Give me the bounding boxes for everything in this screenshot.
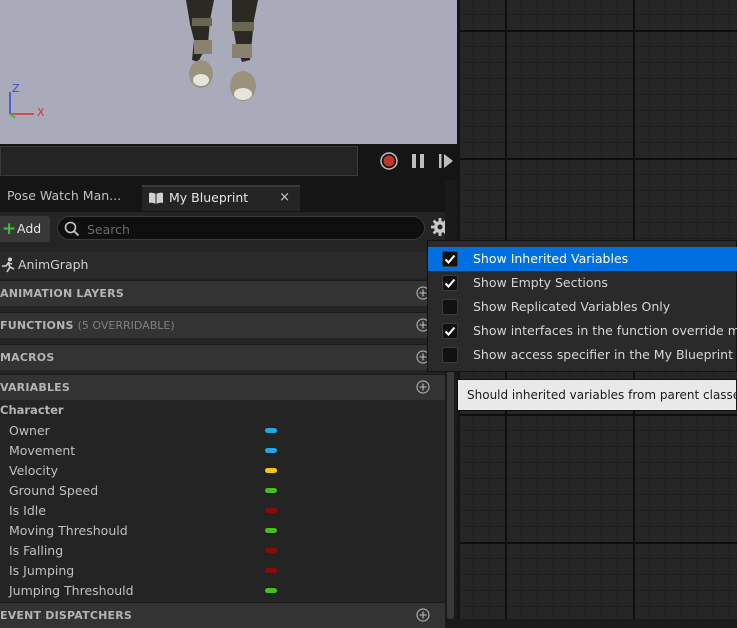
variable-name: Is Falling xyxy=(9,543,64,558)
variable-item[interactable]: Jumping Threshould xyxy=(0,580,445,600)
variable-name: Moving Threshould xyxy=(9,523,128,538)
add-circle-icon[interactable] xyxy=(416,380,430,394)
variable-type-pill xyxy=(265,568,277,573)
view-options-menu: Show Inherited Variables Show Empty Secti… xyxy=(427,240,737,372)
my-blueprint-panel: + Add AnimGraph ANIMATION LAYER xyxy=(0,212,449,628)
variable-type-pill xyxy=(265,508,277,513)
checkmark-icon xyxy=(444,278,456,288)
section-title: VARIABLES xyxy=(0,381,70,394)
tooltip: Should inherited variables from parent c… xyxy=(457,379,737,411)
plus-icon: + xyxy=(2,219,17,239)
section-title: EVENT DISPATCHERS xyxy=(0,609,133,622)
animation-viewport[interactable]: Z X xyxy=(0,0,457,144)
add-button[interactable]: + Add xyxy=(0,216,50,242)
tab-label: Pose Watch Man... xyxy=(7,188,122,203)
close-icon[interactable]: × xyxy=(279,187,290,209)
checkbox[interactable] xyxy=(442,299,458,315)
animgraph-label: AnimGraph xyxy=(18,257,89,272)
menu-item[interactable]: Show Replicated Variables Only xyxy=(428,295,737,319)
variable-name: Is Jumping xyxy=(9,563,75,578)
axis-z-label: Z xyxy=(12,82,20,95)
search-box[interactable] xyxy=(57,216,425,240)
section-event-dispatchers[interactable]: EVENT DISPATCHERS xyxy=(0,602,445,628)
variable-type-pill xyxy=(265,548,277,553)
menu-item-label: Show Inherited Variables xyxy=(473,251,629,266)
checkbox[interactable] xyxy=(442,275,458,291)
checkbox[interactable] xyxy=(442,251,458,267)
menu-item[interactable]: Show Empty Sections xyxy=(428,271,737,295)
variable-type-pill xyxy=(265,588,277,593)
variable-type-pill xyxy=(265,468,277,473)
variable-item[interactable]: Is Falling xyxy=(0,540,445,560)
checkmark-icon xyxy=(444,254,456,264)
checkbox[interactable] xyxy=(442,323,458,339)
section-animation-layers[interactable]: ANIMATION LAYERS xyxy=(0,280,445,306)
menu-item[interactable]: Show interfaces in the function override… xyxy=(428,319,737,343)
add-circle-icon[interactable] xyxy=(416,608,430,622)
animgraph-item[interactable]: AnimGraph xyxy=(0,252,445,278)
menu-item-label: Show Replicated Variables Only xyxy=(473,299,671,314)
checkmark-icon xyxy=(444,326,456,336)
search-input[interactable] xyxy=(85,219,409,239)
variable-item[interactable]: Owner xyxy=(0,420,445,440)
add-button-label: Add xyxy=(17,221,42,236)
variable-type-pill xyxy=(265,448,277,453)
variable-item[interactable]: Is Jumping xyxy=(0,560,445,580)
timeline-scrubber[interactable] xyxy=(0,146,358,176)
character-preview xyxy=(186,0,258,101)
variable-name: Is Idle xyxy=(9,503,46,518)
tab-label: My Blueprint xyxy=(169,190,249,205)
tab-bar: Pose Watch Man... My Blueprint × xyxy=(0,180,457,212)
tab-my-blueprint[interactable]: My Blueprint × xyxy=(142,185,300,211)
checkbox[interactable] xyxy=(442,347,458,363)
variable-item[interactable]: Velocity xyxy=(0,460,445,480)
menu-item[interactable]: Show access specifier in the My Blueprin… xyxy=(428,343,737,367)
menu-item-label: Show access specifier in the My Blueprin… xyxy=(473,347,737,362)
running-figure-icon xyxy=(2,257,15,273)
variable-name: Velocity xyxy=(9,463,59,478)
record-icon[interactable] xyxy=(380,152,398,170)
book-icon xyxy=(149,192,163,204)
axis-x-label: X xyxy=(37,106,45,119)
variable-type-pill xyxy=(265,428,277,433)
variable-item[interactable]: Movement xyxy=(0,440,445,460)
functions-title: FUNCTIONS xyxy=(0,319,74,332)
variable-name: Movement xyxy=(9,443,76,458)
functions-overridable-count: (5 OVERRIDABLE) xyxy=(77,319,175,332)
variable-name: Ground Speed xyxy=(9,483,99,498)
section-title: MACROS xyxy=(0,351,55,364)
tab-pose-watch-manager[interactable]: Pose Watch Man... xyxy=(0,185,140,211)
menu-item-label: Show Empty Sections xyxy=(473,275,608,290)
variable-name: Owner xyxy=(9,423,50,438)
variable-type-pill xyxy=(265,528,277,533)
pause-icon[interactable] xyxy=(409,152,427,170)
section-title: ANIMATION LAYERS xyxy=(0,287,124,300)
section-functions[interactable]: FUNCTIONS (5 OVERRIDABLE) xyxy=(0,312,445,338)
variable-type-pill xyxy=(265,488,277,493)
variable-item[interactable]: Ground Speed xyxy=(0,480,445,500)
variable-category[interactable]: Character xyxy=(0,403,64,417)
variable-item[interactable]: Is Idle xyxy=(0,500,445,520)
step-forward-icon[interactable] xyxy=(437,152,455,170)
section-variables[interactable]: VARIABLES xyxy=(0,374,445,400)
variable-item[interactable]: Moving Threshould xyxy=(0,520,445,540)
menu-item[interactable]: Show Inherited Variables xyxy=(428,247,737,271)
menu-item-label: Show interfaces in the function override… xyxy=(473,323,737,338)
section-macros[interactable]: MACROS xyxy=(0,344,445,370)
search-icon xyxy=(64,221,80,237)
variable-name: Jumping Threshould xyxy=(9,583,134,598)
tooltip-text: Should inherited variables from parent c… xyxy=(467,388,736,402)
section-title: FUNCTIONS (5 OVERRIDABLE) xyxy=(0,319,175,332)
